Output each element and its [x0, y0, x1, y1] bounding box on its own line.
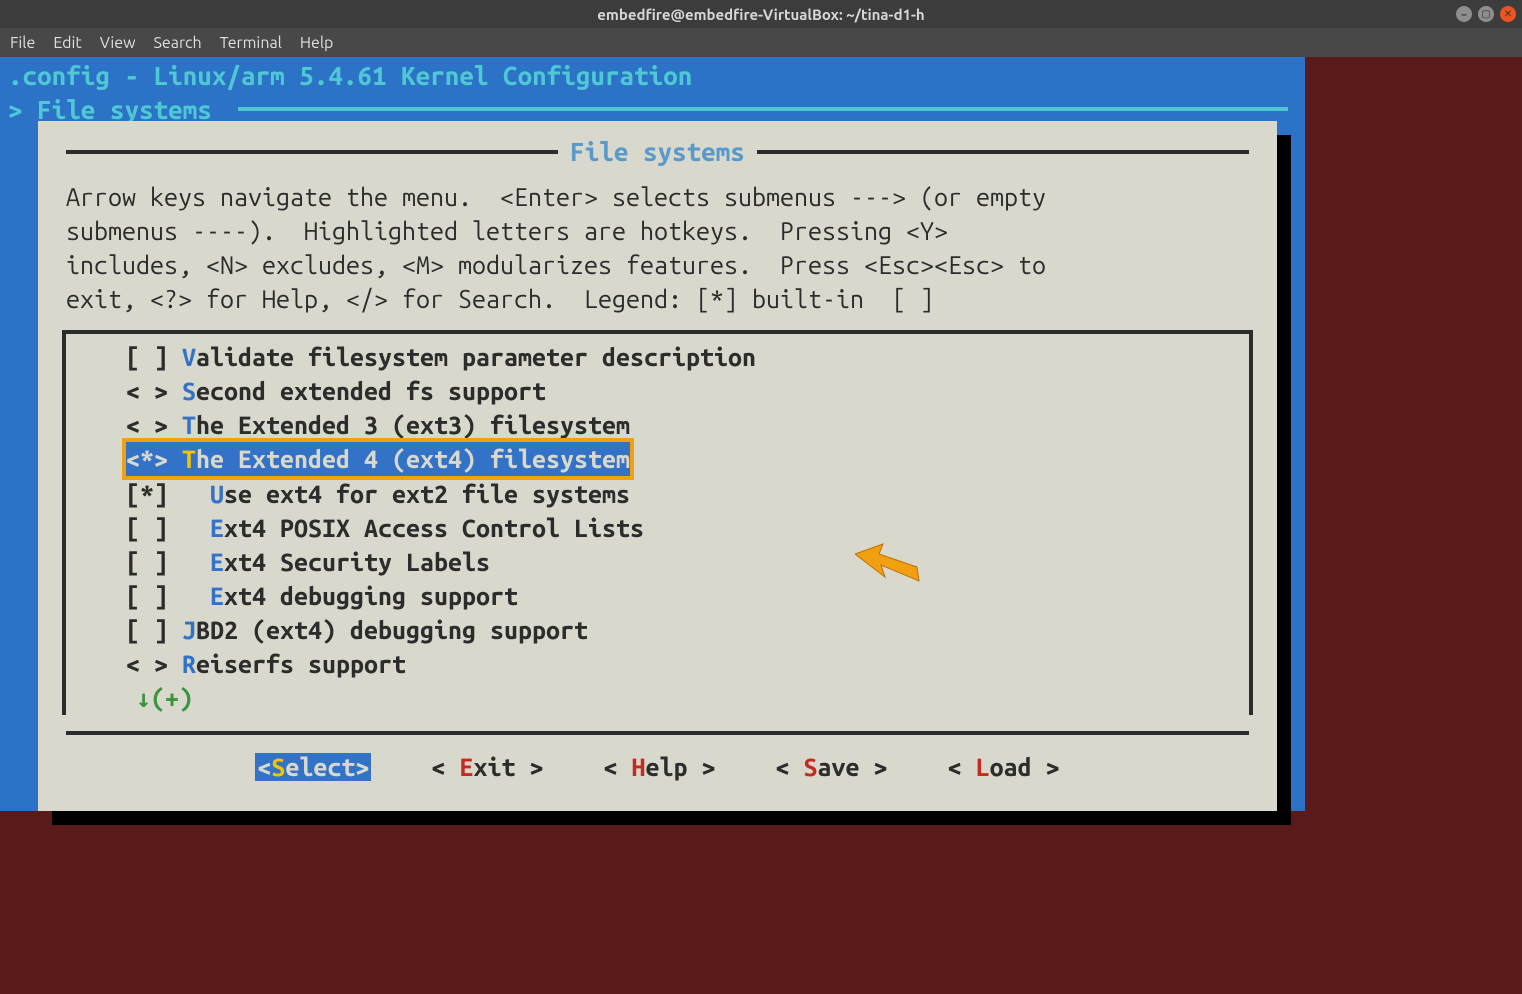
option-item-5[interactable]: [ ] Ext4 POSIX Access Control Lists	[66, 511, 1253, 545]
menuconfig-window: .config - Linux/arm 5.4.61 Kernel Config…	[0, 57, 1305, 811]
window-title: embedfire@embedfire-VirtualBox: ~/tina-d…	[0, 6, 1522, 23]
option-item-7[interactable]: [ ] Ext4 debugging support	[66, 579, 1253, 613]
menu-help[interactable]: Help	[300, 34, 334, 52]
terminal-area: .config - Linux/arm 5.4.61 Kernel Config…	[0, 57, 1522, 994]
window-titlebar: embedfire@embedfire-VirtualBox: ~/tina-d…	[0, 0, 1522, 28]
menu-file[interactable]: File	[10, 34, 35, 52]
option-item-2[interactable]: < > The Extended 3 (ext3) filesystem	[66, 408, 1253, 442]
button-help[interactable]: < Help >	[603, 753, 715, 781]
button-row: <Select> < Exit > < Help > < Save > < Load >	[66, 753, 1249, 781]
menu-search[interactable]: Search	[154, 34, 202, 52]
button-select[interactable]: <Select>	[255, 753, 371, 781]
menu-terminal[interactable]: Terminal	[220, 34, 282, 52]
option-item-3[interactable]: <*> The Extended 4 (ext4) filesystem	[126, 442, 630, 476]
options-list[interactable]: [ ] Validate filesystem parameter descri…	[62, 330, 1253, 715]
close-button[interactable]: ✕	[1500, 6, 1516, 22]
separator	[66, 731, 1249, 735]
button-load[interactable]: < Load >	[948, 753, 1060, 781]
header-rule	[238, 107, 1288, 111]
rule-left	[66, 150, 558, 154]
option-item-9[interactable]: < > Reiserfs support	[66, 647, 1253, 681]
option-item-0[interactable]: [ ] Validate filesystem parameter descri…	[66, 340, 1253, 374]
option-item-8[interactable]: [ ] JBD2 (ext4) debugging support	[66, 613, 1253, 647]
option-item-6[interactable]: [ ] Ext4 Security Labels	[66, 545, 1253, 579]
config-header: .config - Linux/arm 5.4.61 Kernel Config…	[8, 59, 1297, 93]
dialog-title-row: File systems	[66, 137, 1249, 166]
more-indicator: ↓(+)	[66, 681, 1253, 715]
menu-view[interactable]: View	[100, 34, 136, 52]
dialog-title: File systems	[558, 137, 757, 166]
button-exit[interactable]: < Exit >	[431, 753, 543, 781]
option-item-4[interactable]: [*] Use ext4 for ext2 file systems	[66, 477, 1253, 511]
button-save[interactable]: < Save >	[776, 753, 888, 781]
list-right-border	[1249, 334, 1253, 715]
window-controls: – ▢ ✕	[1456, 6, 1516, 22]
maximize-button[interactable]: ▢	[1478, 6, 1494, 22]
menu-edit[interactable]: Edit	[53, 34, 81, 52]
menubar: File Edit View Search Terminal Help	[0, 28, 1522, 57]
help-text: Arrow keys navigate the menu. <Enter> se…	[66, 180, 1249, 316]
rule-right	[757, 150, 1249, 154]
minimize-button[interactable]: –	[1456, 6, 1472, 22]
dialog-box: File systems Arrow keys navigate the men…	[38, 121, 1277, 811]
option-item-1[interactable]: < > Second extended fs support	[66, 374, 1253, 408]
